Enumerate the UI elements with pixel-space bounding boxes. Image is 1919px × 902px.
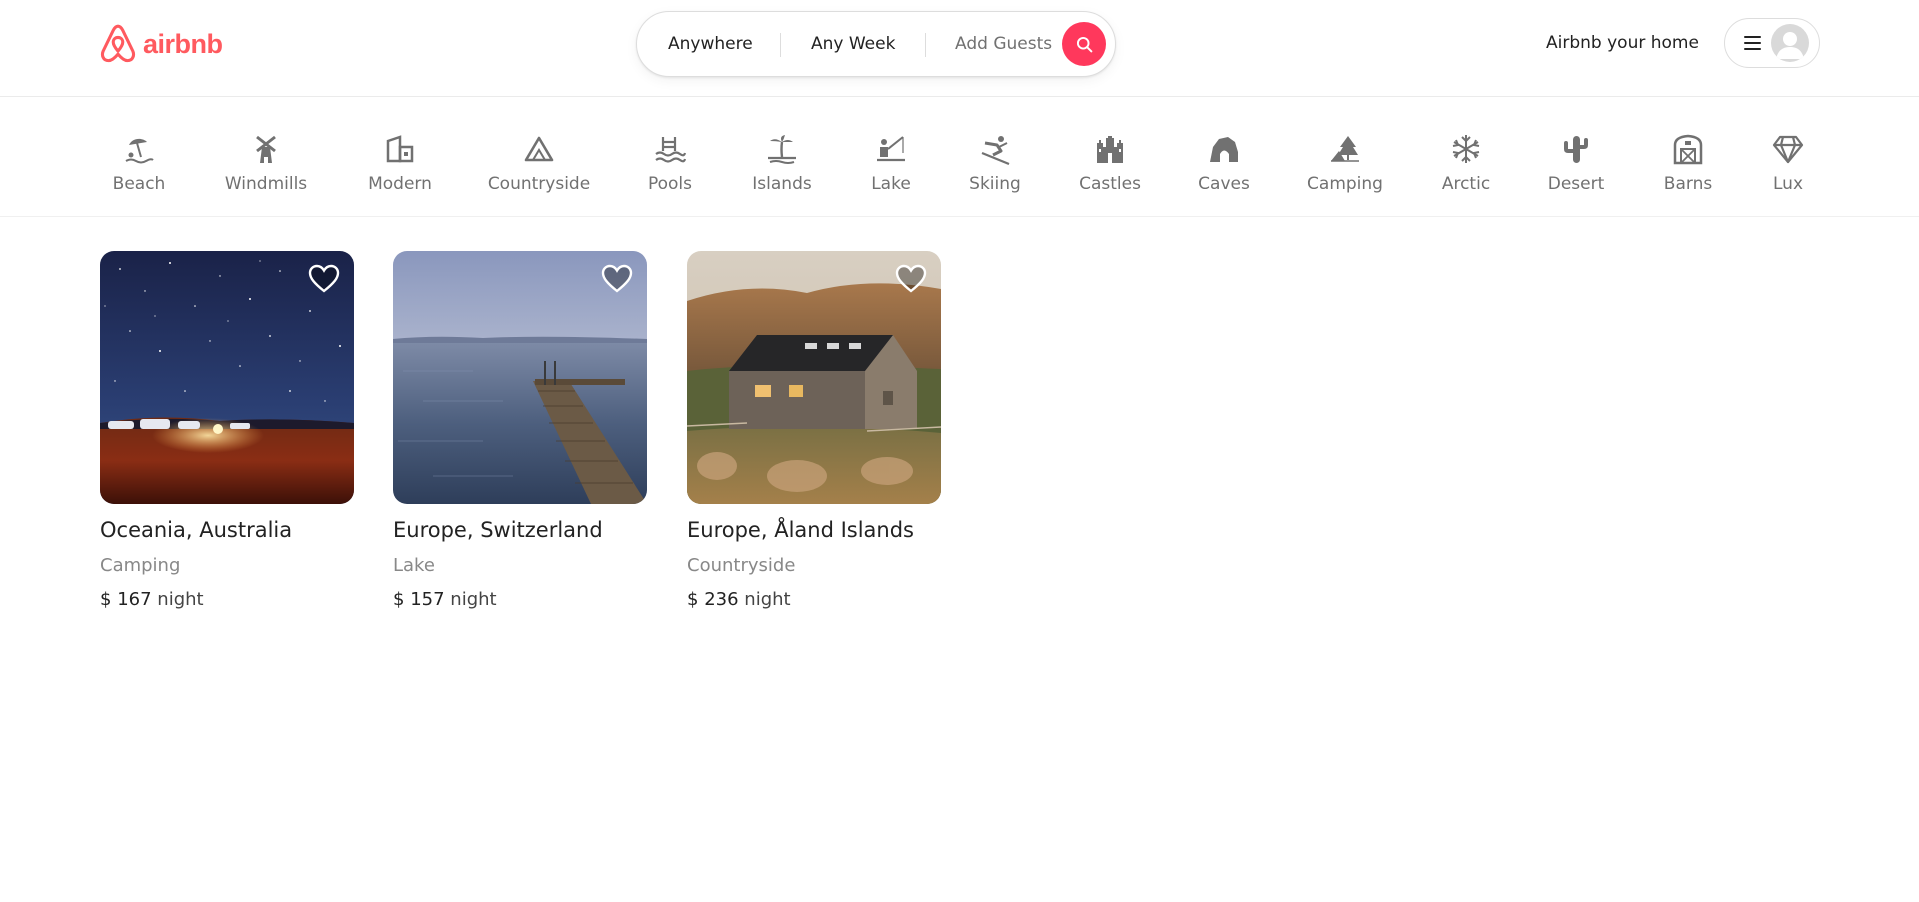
pool-icon [653, 132, 687, 166]
search-divider [925, 33, 926, 57]
airbnb-logo-icon [100, 24, 136, 63]
listing-category: Camping [100, 555, 181, 576]
category-label: Beach [112, 174, 166, 194]
category-lux[interactable]: Lux [1771, 98, 1805, 217]
diamond-icon [1771, 132, 1805, 166]
palm-tree-icon [765, 132, 799, 166]
category-modern[interactable]: Modern [368, 98, 432, 217]
category-bar: Beach Windmills Modern Countryside Pools… [0, 98, 1919, 217]
category-label: Castles [1079, 174, 1141, 194]
category-label: Lake [871, 174, 911, 194]
lake-icon [874, 132, 908, 166]
category-windmills[interactable]: Windmills [222, 98, 310, 217]
category-label: Desert [1547, 174, 1605, 194]
listing-price: $ 236 night [687, 589, 941, 610]
price-currency: $ [100, 589, 112, 610]
hamburger-icon [1744, 36, 1761, 50]
category-label: Barns [1663, 174, 1713, 194]
category-label: Modern [368, 174, 432, 194]
price-unit: night [450, 589, 497, 610]
listing-card[interactable]: Europe, Switzerland Lake $ 157 night [393, 251, 647, 610]
mountain-icon [522, 132, 556, 166]
search-icon [1076, 36, 1092, 52]
listing-location: Europe, Åland Islands [687, 518, 915, 542]
category-label: Islands [752, 174, 812, 194]
category-barns[interactable]: Barns [1664, 98, 1712, 217]
castle-icon [1093, 132, 1127, 166]
category-pools[interactable]: Pools [647, 98, 693, 217]
price-unit: night [157, 589, 204, 610]
listing-image[interactable] [100, 251, 354, 504]
airbnb-logo[interactable]: airbnb [99, 23, 223, 65]
beach-icon [122, 132, 156, 166]
listing-image[interactable] [393, 251, 647, 504]
search-location[interactable]: Anywhere [668, 12, 753, 76]
price-currency: $ [393, 589, 405, 610]
heart-icon[interactable] [601, 264, 633, 294]
category-castles[interactable]: Castles [1079, 98, 1141, 217]
listing-category: Lake [393, 555, 435, 576]
airbnb-your-home-link[interactable]: Airbnb your home [1546, 0, 1699, 86]
user-avatar-icon [1771, 24, 1809, 62]
price-unit: night [744, 589, 791, 610]
category-islands[interactable]: Islands [752, 98, 812, 217]
category-desert[interactable]: Desert [1548, 98, 1604, 217]
skier-icon [978, 132, 1012, 166]
modern-house-icon [383, 132, 417, 166]
price-amount: 157 [410, 589, 445, 610]
search-bar[interactable]: Anywhere Any Week Add Guests [636, 11, 1116, 77]
price-currency: $ [687, 589, 699, 610]
search-button[interactable] [1062, 22, 1106, 66]
category-label: Countryside [487, 174, 591, 194]
category-camping[interactable]: Camping [1307, 98, 1383, 217]
category-label: Arctic [1441, 174, 1491, 194]
category-label: Windmills [224, 174, 308, 194]
camping-tent-icon [1328, 132, 1362, 166]
heart-icon[interactable] [308, 264, 340, 294]
category-caves[interactable]: Caves [1198, 98, 1250, 217]
category-arctic[interactable]: Arctic [1442, 98, 1490, 217]
category-label: Lux [1773, 174, 1804, 194]
price-amount: 236 [704, 589, 739, 610]
category-label: Skiing [969, 174, 1021, 194]
category-label: Caves [1198, 174, 1250, 194]
barn-icon [1671, 132, 1705, 166]
price-amount: 167 [117, 589, 152, 610]
listing-card[interactable]: Europe, Åland Islands Countryside $ 236 … [687, 251, 941, 610]
user-menu-button[interactable] [1724, 18, 1820, 68]
listing-price: $ 167 night [100, 589, 354, 610]
windmill-icon [249, 132, 283, 166]
cave-icon [1207, 132, 1241, 166]
logo-text: airbnb [143, 28, 223, 59]
snowflake-icon [1449, 132, 1483, 166]
category-lake[interactable]: Lake [871, 98, 911, 217]
listing-image[interactable] [687, 251, 941, 504]
category-beach[interactable]: Beach [108, 98, 170, 217]
category-countryside[interactable]: Countryside [487, 98, 591, 217]
cactus-icon [1559, 132, 1593, 166]
listing-price: $ 157 night [393, 589, 647, 610]
listing-category: Countryside [687, 555, 796, 576]
search-divider [780, 33, 781, 57]
listing-card[interactable]: Oceania, Australia Camping $ 167 night [100, 251, 354, 610]
category-skiing[interactable]: Skiing [968, 98, 1022, 217]
search-guests[interactable]: Add Guests [955, 12, 1052, 76]
listing-location: Oceania, Australia [100, 518, 293, 542]
search-dates[interactable]: Any Week [811, 12, 895, 76]
category-label: Camping [1307, 174, 1383, 194]
category-label: Pools [647, 174, 693, 194]
listing-location: Europe, Switzerland [393, 518, 603, 542]
heart-icon[interactable] [895, 264, 927, 294]
top-header: airbnb Anywhere Any Week Add Guests Airb… [0, 0, 1919, 97]
